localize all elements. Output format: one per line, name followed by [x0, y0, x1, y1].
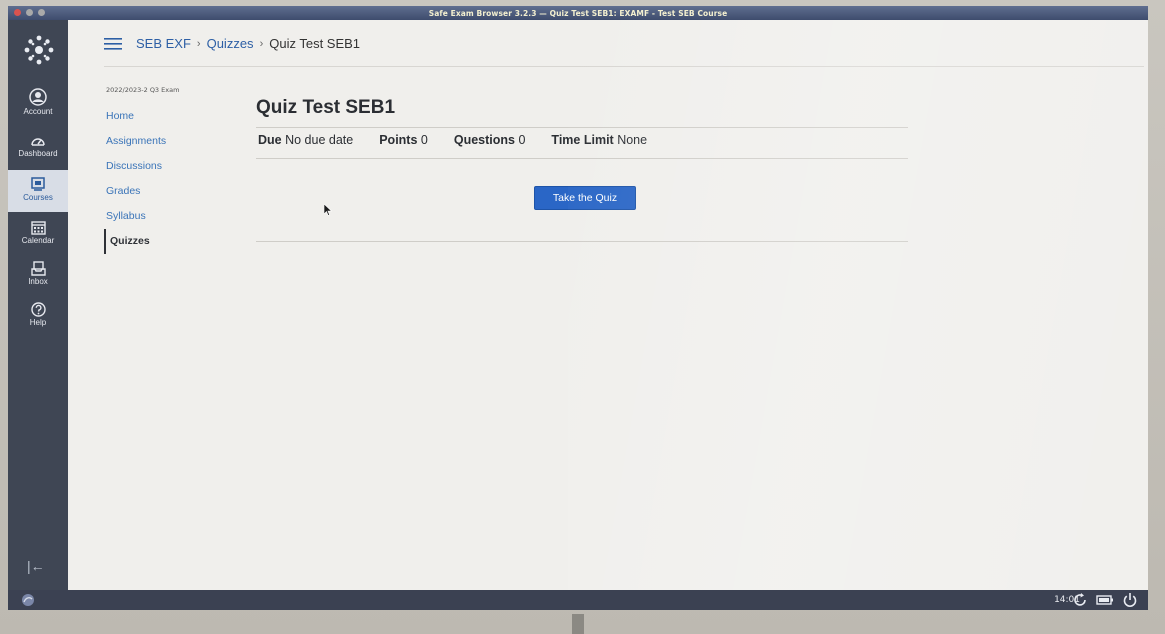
mouse-cursor-icon: [324, 204, 332, 216]
breadcrumb: SEB EXF › Quizzes › Quiz Test SEB1: [104, 36, 360, 51]
course-nav-assignments[interactable]: Assignments: [106, 129, 232, 154]
quiz-questions-label: Questions: [453, 133, 515, 147]
global-nav-inbox[interactable]: Inbox: [8, 261, 68, 295]
maximize-window-button[interactable]: [38, 9, 45, 16]
quiz-time-limit-value: None: [617, 133, 648, 147]
global-nav-calendar-label: Calendar: [21, 236, 55, 245]
taskbar: 14:01: [8, 590, 1148, 610]
window-controls: [14, 9, 45, 16]
global-nav-inbox-label: Inbox: [28, 277, 48, 286]
header-divider: [104, 66, 1144, 67]
reload-icon[interactable]: [1072, 592, 1088, 608]
divider: [256, 127, 908, 128]
quiz-points-value: 0: [420, 133, 428, 147]
inbox-icon: [30, 261, 46, 276]
breadcrumb-quizzes-link[interactable]: Quizzes: [207, 36, 254, 51]
global-nav-help-label: Help: [29, 318, 47, 327]
page-title: Quiz Test SEB1: [256, 97, 396, 118]
calendar-icon: [30, 221, 46, 235]
divider: [256, 158, 908, 159]
breadcrumb-current: Quiz Test SEB1: [269, 36, 361, 51]
courses-icon: [31, 177, 45, 191]
course-nav-grades[interactable]: Grades: [106, 179, 232, 204]
global-nav-account[interactable]: Account: [8, 84, 68, 124]
quiz-questions-value: 0: [518, 133, 526, 147]
course-nav-syllabus[interactable]: Syllabus: [106, 204, 232, 229]
divider: [256, 241, 908, 242]
global-nav-calendar[interactable]: Calendar: [8, 220, 68, 254]
quiz-due-value: No due date: [285, 133, 354, 147]
global-nav: Account Dashboard Courses Calendar Inbox…: [8, 20, 68, 590]
breadcrumb-course-link[interactable]: SEB EXF: [136, 36, 191, 51]
minimize-window-button[interactable]: [26, 9, 33, 16]
global-nav-courses-label: Courses: [23, 193, 53, 202]
quiz-due-label: Due: [258, 133, 282, 147]
course-nav: 2022/2023-2 Q3 Exam Home Assignments Dis…: [102, 86, 232, 254]
course-term-label: 2022/2023-2 Q3 Exam: [106, 86, 180, 94]
quiz-time-limit-label: Time Limit: [551, 133, 614, 147]
course-nav-home[interactable]: Home: [106, 104, 232, 129]
help-icon: [30, 302, 46, 317]
quiz-due: Due No due date: [258, 133, 353, 147]
hamburger-menu-icon[interactable]: [104, 37, 122, 50]
dashboard-icon: [31, 138, 45, 146]
quiz-details: Due No due date Points 0 Questions 0 Tim…: [258, 133, 673, 147]
course-nav-discussions[interactable]: Discussions: [106, 154, 232, 179]
seb-logo-icon[interactable]: [20, 593, 36, 607]
take-quiz-button[interactable]: Take the Quiz: [534, 186, 636, 210]
power-icon[interactable]: [1122, 592, 1138, 608]
screen-glare: [568, 20, 1148, 590]
global-nav-dashboard[interactable]: Dashboard: [8, 134, 68, 168]
account-icon: [29, 88, 47, 106]
screen: Safe Exam Browser 3.2.3 — Quiz Test SEB1…: [8, 6, 1148, 610]
global-nav-help[interactable]: Help: [8, 302, 68, 336]
global-nav-account-label: Account: [23, 107, 53, 116]
breadcrumb-separator: ›: [259, 37, 264, 50]
quiz-points: Points 0: [379, 133, 428, 147]
monitor-stand: [572, 614, 584, 634]
breadcrumb-separator: ›: [196, 37, 201, 50]
window-title: Safe Exam Browser 3.2.3 — Quiz Test SEB1…: [428, 8, 728, 18]
quiz-questions: Questions 0: [454, 133, 526, 147]
quiz-time-limit: Time Limit None: [551, 133, 647, 147]
quiz-points-label: Points: [379, 133, 418, 147]
taskbar-tray: [1072, 592, 1138, 608]
window-titlebar: Safe Exam Browser 3.2.3 — Quiz Test SEB1…: [8, 6, 1148, 20]
canvas-logo-icon[interactable]: [23, 34, 55, 66]
global-nav-dashboard-label: Dashboard: [18, 149, 58, 158]
course-nav-quizzes[interactable]: Quizzes: [104, 229, 232, 254]
close-window-button[interactable]: [14, 9, 21, 16]
collapse-nav-button[interactable]: |←: [27, 558, 45, 574]
global-nav-courses[interactable]: Courses: [8, 170, 68, 212]
battery-icon: [1096, 595, 1113, 605]
